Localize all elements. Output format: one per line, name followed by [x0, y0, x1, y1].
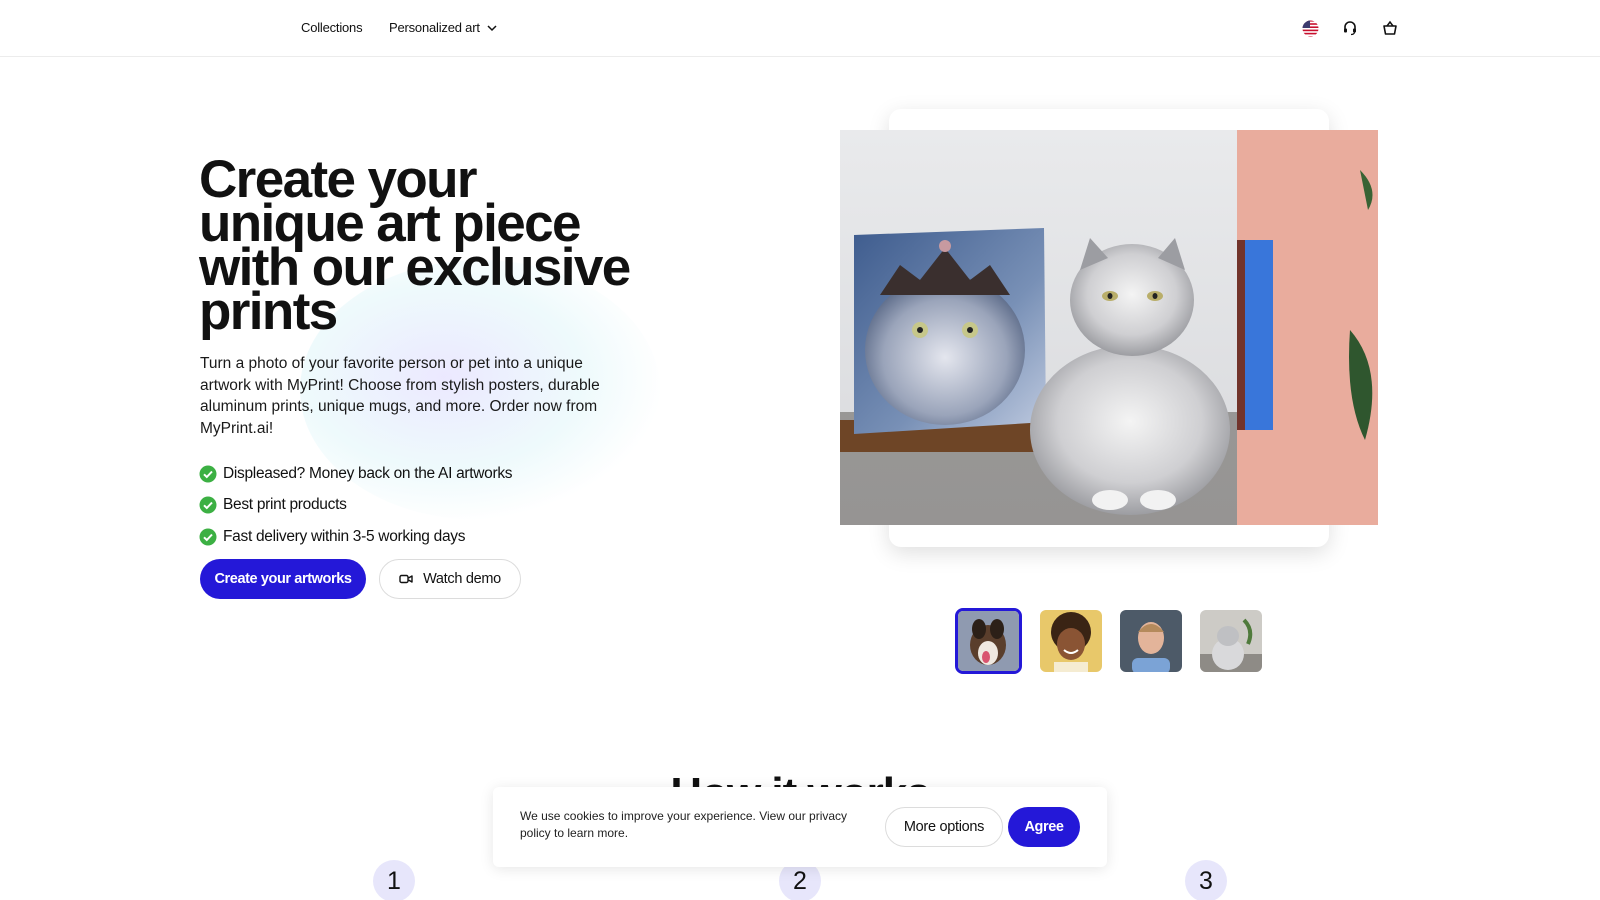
agree-button[interactable]: Agree — [1008, 807, 1080, 847]
top-nav: Collections Personalized art — [0, 0, 1600, 57]
feature-label: Fast delivery within 3-5 working days — [223, 527, 466, 545]
step-number: 3 — [1185, 860, 1227, 900]
create-artworks-button[interactable]: Create your artworks — [200, 559, 366, 599]
cookie-banner: We use cookies to improve your experienc… — [493, 787, 1107, 867]
chevron-down-icon — [487, 24, 497, 31]
watch-demo-label: Watch demo — [423, 571, 501, 587]
nav-icons — [1300, 18, 1400, 38]
feature-label: Displeased? Money back on the AI artwork… — [223, 464, 513, 482]
check-circle-icon — [199, 465, 217, 483]
check-circle-icon — [199, 528, 217, 546]
nav-link-label: Personalized art — [389, 20, 480, 35]
hero-title: Create your unique art piece with our ex… — [199, 150, 631, 341]
feature-item: Fast delivery within 3-5 working days — [199, 521, 512, 553]
feature-item: Best print products — [199, 490, 512, 522]
watch-demo-button[interactable]: Watch demo — [379, 559, 521, 599]
feature-list: Displeased? Money back on the AI artwork… — [199, 458, 513, 553]
headset-icon[interactable] — [1340, 18, 1360, 38]
check-circle-icon — [199, 496, 217, 514]
thumbnail-man[interactable] — [1120, 610, 1182, 672]
thumbnail-child[interactable] — [1040, 610, 1102, 672]
thumbnail-cat[interactable] — [1200, 610, 1262, 672]
basket-icon[interactable] — [1380, 18, 1400, 38]
video-camera-icon — [399, 574, 413, 584]
cookie-message: We use cookies to improve your experienc… — [520, 809, 848, 840]
thumbnail-strip — [955, 608, 1262, 674]
nav-link-collections[interactable]: Collections — [301, 20, 363, 35]
nav-link-personalized-art[interactable]: Personalized art — [389, 20, 498, 35]
hero-description: Turn a photo of your favorite person or … — [200, 355, 600, 437]
more-options-button[interactable]: More options — [885, 807, 1003, 847]
hero-image-cat-with-portrait — [840, 130, 1378, 525]
feature-label: Best print products — [223, 496, 347, 514]
feature-item: Displeased? Money back on the AI artwork… — [199, 458, 513, 490]
step-number: 1 — [373, 860, 415, 900]
us-flag-icon[interactable] — [1300, 18, 1320, 38]
thumbnail-dog[interactable] — [955, 608, 1022, 674]
